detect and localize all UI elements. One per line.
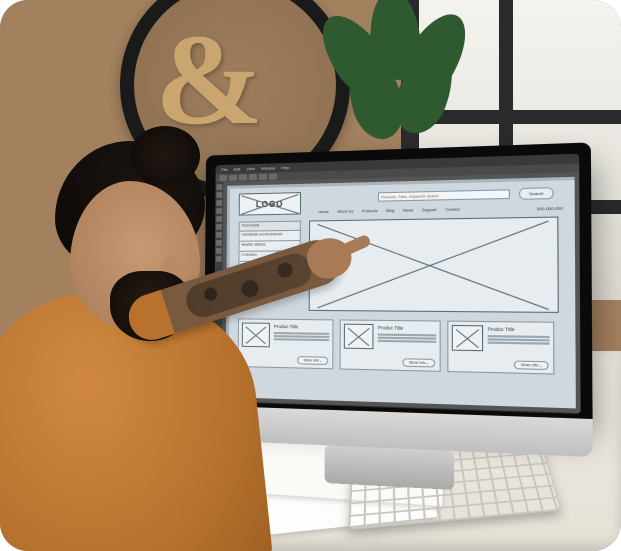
monitor-stand — [325, 445, 455, 490]
wf-nav-news[interactable]: News — [400, 208, 417, 213]
wf-product-card[interactable]: Produc Title More Info — [447, 321, 554, 375]
canvas-area: LOGO Products, Parts, Keywords Search Se… — [214, 172, 581, 413]
wf-search-button[interactable]: Search — [519, 187, 554, 200]
wf-card-text — [488, 335, 550, 346]
toolbar-button[interactable] — [249, 174, 257, 180]
wf-card-thumb — [452, 325, 483, 351]
menu-edit[interactable]: Edit — [234, 166, 241, 171]
wf-sidebar-item[interactable]: Weather Stations — [238, 241, 300, 252]
wf-search-input[interactable]: Products, Parts, Keywords Search — [378, 189, 510, 201]
tool-button[interactable] — [216, 256, 222, 262]
wf-phone-number: 000-000-000 — [537, 206, 563, 212]
wf-nav-support[interactable]: Support — [419, 208, 440, 213]
wf-nav-products[interactable]: Products — [359, 209, 381, 214]
wf-card-text — [274, 332, 329, 342]
wf-nav: Home About Us Products Blog News Support… — [315, 207, 463, 214]
wf-hero-placeholder[interactable] — [309, 217, 559, 313]
wf-more-info-button[interactable]: More Info — [297, 356, 328, 365]
toolbar-button[interactable] — [239, 174, 247, 180]
tool-button[interactable] — [216, 240, 222, 246]
tool-button[interactable] — [216, 200, 222, 206]
wf-card-title: Produc Title — [274, 324, 298, 329]
wf-sidebar-item[interactable]: Solar Radiation — [238, 272, 300, 282]
tool-button[interactable] — [216, 224, 222, 230]
menu-help[interactable]: Help — [281, 165, 289, 170]
toolbar-button[interactable] — [219, 175, 227, 181]
wf-nav-blog[interactable]: Blog — [383, 209, 398, 213]
wf-logo-placeholder[interactable]: LOGO — [239, 192, 301, 216]
menu-file[interactable]: File — [221, 167, 227, 172]
coffee-cup — [120, 381, 190, 431]
wf-sidebar-item[interactable]: Humidistats and Accessories — [239, 231, 301, 242]
wf-sidebar-item[interactable]: Temp / Humidity Sensors — [238, 262, 300, 272]
wf-nav-about[interactable]: About Us — [334, 209, 357, 214]
design-app-screen: File Edit View Window Help — [214, 154, 581, 414]
photo-scene: & File Edit View Window Help — [0, 0, 621, 551]
wf-nav-contact[interactable]: Contact — [442, 207, 463, 212]
ampersand-decor: & — [155, 5, 263, 155]
wf-product-card[interactable]: Produc Title More Info — [340, 319, 441, 371]
menu-window[interactable]: Window — [261, 165, 275, 170]
tool-palette — [214, 182, 224, 401]
wf-more-info-button[interactable]: More Info — [402, 358, 435, 367]
tool-button[interactable] — [216, 248, 222, 254]
wf-sidebar: Thermostats Humidistats and Accessories … — [238, 221, 301, 293]
wf-product-card[interactable]: Produc Title More Info — [238, 318, 334, 369]
wf-nav-home[interactable]: Home — [315, 210, 332, 214]
wf-sidebar-item[interactable]: Replacement Parts — [238, 282, 300, 292]
toolbar-button[interactable] — [269, 173, 277, 179]
menu-view[interactable]: View — [246, 166, 255, 171]
tool-button[interactable] — [216, 184, 222, 190]
wf-card-title: Produc Title — [378, 325, 404, 331]
tool-button[interactable] — [216, 208, 222, 214]
artboard[interactable]: LOGO Products, Parts, Keywords Search Se… — [226, 177, 576, 409]
wf-card-title: Produc Title — [488, 326, 515, 332]
tool-button[interactable] — [216, 192, 222, 198]
tool-button[interactable] — [216, 232, 222, 238]
wf-card-text — [378, 334, 437, 344]
monitor-bezel: File Edit View Window Help — [204, 142, 593, 419]
toolbar-button[interactable] — [259, 174, 267, 180]
monitor: File Edit View Window Help — [204, 142, 593, 419]
ruler-vertical — [226, 186, 231, 397]
wf-more-info-button[interactable]: More Info — [514, 361, 549, 371]
tool-button[interactable] — [216, 216, 222, 222]
wf-card-thumb — [242, 322, 270, 347]
toolbar-button[interactable] — [229, 175, 237, 181]
wf-card-thumb — [344, 324, 374, 350]
wf-card-row: Produc Title More Info Produc Title More… — [238, 318, 555, 374]
wf-sidebar-item[interactable]: Controllers — [238, 251, 300, 262]
